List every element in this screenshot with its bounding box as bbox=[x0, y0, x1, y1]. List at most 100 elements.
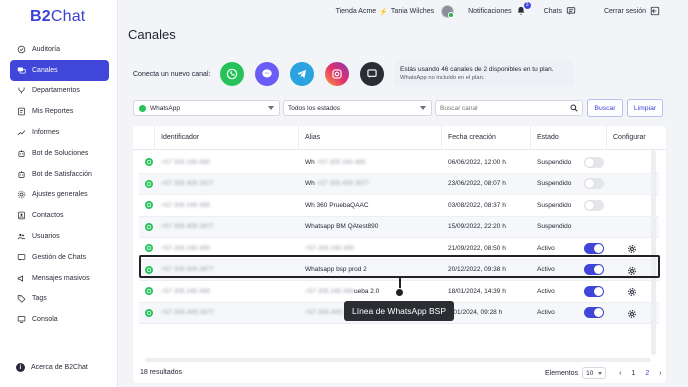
chevron-down-icon bbox=[598, 372, 603, 375]
alias-redacted: +57 305 245 495 bbox=[305, 287, 354, 295]
whatsapp-icon bbox=[145, 308, 153, 317]
sidebar-item-informes[interactable]: Informes bbox=[10, 122, 109, 143]
channel-created-date: 8/01/2024, 09:28 h bbox=[448, 309, 503, 317]
table-row[interactable]: +57 305 409 2877 Wh +57 305 409 2877 23/06… bbox=[139, 173, 659, 195]
channel-state: Activo bbox=[537, 244, 555, 252]
whatsapp-icon bbox=[145, 158, 153, 167]
chats-icon bbox=[16, 252, 26, 262]
chats-button[interactable]: Chats bbox=[544, 6, 576, 18]
gear-icon[interactable] bbox=[627, 244, 637, 254]
clear-button[interactable]: Limpiar bbox=[627, 99, 663, 117]
sidebar-item-bot-de-soluciones[interactable]: Bot de Soluciones bbox=[10, 143, 109, 164]
chevron-down-icon bbox=[268, 106, 274, 110]
app-logo[interactable]: B2Chat bbox=[30, 8, 85, 26]
sidebar-item-gestión-de-chats[interactable]: Gestión de Chats bbox=[10, 247, 109, 268]
channel-alias: Wh 360 PruebaQAAC bbox=[305, 202, 369, 209]
horizontal-scrollbar[interactable] bbox=[145, 358, 651, 362]
notifications-label: Notificaciones bbox=[468, 8, 512, 15]
table-row[interactable]: +57 305 409 2877 Whatsapp BM QAtest890 15… bbox=[139, 216, 659, 238]
alias-redacted: +57 305 245 495 bbox=[316, 158, 366, 166]
channel-state: Suspendido bbox=[537, 158, 572, 166]
gear-icon[interactable] bbox=[627, 287, 637, 297]
sidebar-item-contactos[interactable]: Contactos bbox=[10, 205, 109, 226]
sidebar-item-tags[interactable]: Tags bbox=[10, 289, 109, 310]
messenger-icon[interactable] bbox=[255, 62, 279, 86]
sidebar-item-mensajes-masivos[interactable]: Mensajes masivos bbox=[10, 268, 109, 289]
results-count: 18 resultados bbox=[140, 369, 183, 376]
state-select[interactable]: Todos los estados bbox=[283, 100, 432, 116]
status-toggle[interactable] bbox=[584, 285, 604, 297]
sidebar-nav: Auditoría Canales Departamentos Mis Reporte… bbox=[10, 39, 109, 330]
telegram-icon[interactable] bbox=[290, 62, 314, 86]
contacts-icon bbox=[16, 211, 26, 221]
prev-page-button[interactable]: ‹ bbox=[616, 370, 624, 377]
page-2-button[interactable]: 2 bbox=[642, 370, 652, 377]
megaphone-icon bbox=[16, 273, 26, 283]
table-row[interactable]: +57 305 245 495 Wh 360 PruebaQAAC 03/08/2… bbox=[139, 195, 659, 217]
sidebar-item-label: Usuarios bbox=[32, 233, 60, 241]
sidebar-item-auditoría[interactable]: Auditoría bbox=[10, 39, 109, 60]
per-page-select[interactable]: 10 bbox=[582, 367, 607, 379]
gear-icon[interactable] bbox=[627, 309, 637, 319]
search-icon[interactable] bbox=[570, 104, 578, 114]
alias-text: Wh 360 PruebaQAAC bbox=[305, 201, 369, 209]
status-toggle[interactable] bbox=[584, 242, 604, 254]
channel-identifier: +57 305 409 2877 bbox=[161, 180, 214, 188]
page-1-button[interactable]: 1 bbox=[628, 370, 638, 377]
status-toggle[interactable] bbox=[584, 307, 604, 319]
status-toggle[interactable] bbox=[584, 156, 604, 168]
sidebar-item-bot-de-satisfacción[interactable]: Bot de Satisfacción bbox=[10, 164, 109, 185]
header-identifier: Identificador bbox=[155, 126, 299, 149]
channel-created-date: 03/08/2022, 08:37 h bbox=[448, 201, 506, 209]
gear-icon bbox=[16, 190, 26, 200]
channel-identifier: +57 305 245 495 bbox=[161, 287, 210, 295]
channel-created-date: 06/06/2022, 12:00 h bbox=[448, 158, 506, 166]
chevron-down-icon bbox=[420, 106, 426, 110]
channel-identifier: +57 305 409 2877 bbox=[161, 223, 214, 231]
sidebar-item-canales[interactable]: Canales bbox=[10, 59, 109, 81]
sidebar-item-label: Gestión de Chats bbox=[32, 253, 87, 261]
vertical-scrollbar[interactable] bbox=[651, 150, 656, 355]
monitor-icon bbox=[16, 315, 26, 325]
sidebar-item-departamentos[interactable]: Departamentos bbox=[10, 81, 109, 102]
table-header: Identificador Alias Fecha creación Estad… bbox=[133, 126, 666, 150]
whatsapp-icon bbox=[145, 222, 153, 231]
search-input[interactable] bbox=[440, 104, 565, 112]
status-toggle[interactable] bbox=[584, 199, 604, 211]
pagination: Elementos 10 ‹ 1 2 › bbox=[545, 367, 665, 379]
channel-identifier: +57 305 409 2877 bbox=[161, 309, 214, 317]
whatsapp-icon bbox=[145, 287, 153, 296]
sidebar-item-label: Mensajes masivos bbox=[32, 274, 90, 282]
tag-icon bbox=[16, 294, 26, 304]
notifications-button[interactable]: Notificaciones 3 bbox=[468, 1, 531, 18]
whatsapp-icon[interactable] bbox=[220, 62, 244, 86]
avatar[interactable] bbox=[441, 5, 455, 18]
sidebar-item-consola[interactable]: Consola bbox=[10, 309, 109, 330]
status-toggle[interactable] bbox=[584, 178, 604, 190]
channel-identifier: +57 305 245 495 bbox=[161, 244, 210, 252]
sidebar-item-ajustes-generales[interactable]: Ajustes generales bbox=[10, 185, 109, 206]
sidebar-item-label: Canales bbox=[32, 66, 58, 74]
header-spacer bbox=[133, 126, 155, 149]
channel-created-date: 15/09/2022, 22:20 h bbox=[448, 223, 506, 231]
account-switcher[interactable]: Tienda Acme ⚡ Tania Wilches bbox=[336, 5, 455, 18]
sidebar-item-mis-reportes[interactable]: Mis Reportes bbox=[10, 101, 109, 122]
logout-button[interactable]: Cerrar sesión bbox=[604, 6, 660, 18]
search-field bbox=[435, 100, 583, 116]
search-button[interactable]: Buscar bbox=[587, 99, 623, 117]
per-page-value: 10 bbox=[586, 369, 594, 377]
channel-select-value: WhatsApp bbox=[150, 104, 180, 112]
table-row[interactable]: +57 305 245 495 Wh +57 305 245 495 06/06/2… bbox=[139, 152, 659, 174]
instagram-icon[interactable] bbox=[325, 62, 349, 86]
about-link[interactable]: i Acerca de B2Chat bbox=[16, 363, 88, 372]
sidebar-item-label: Informes bbox=[32, 129, 60, 137]
livechat-icon[interactable] bbox=[360, 62, 384, 86]
sidebar-item-label: Bot de Satisfacción bbox=[32, 170, 92, 178]
channel-alias: +57 305 245 495ueba 2.0 bbox=[305, 288, 379, 295]
channel-type-select[interactable]: WhatsApp bbox=[133, 100, 280, 116]
whatsapp-icon bbox=[145, 201, 153, 210]
plan-info-main: Estás usando 46 canales de 2 disponibles… bbox=[400, 66, 554, 73]
sidebar-item-usuarios[interactable]: Usuarios bbox=[10, 226, 109, 247]
page-title: Canales bbox=[128, 27, 176, 42]
next-page-button[interactable]: › bbox=[656, 370, 664, 377]
